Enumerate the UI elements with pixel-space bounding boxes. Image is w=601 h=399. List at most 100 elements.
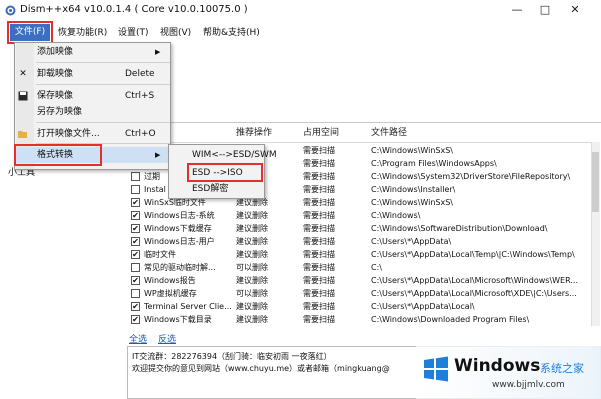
row-checkbox[interactable]: [131, 172, 140, 181]
scrollbar-thumb[interactable]: [592, 152, 599, 212]
table-row[interactable]: WP虚拟机缓存 可以删除 需要扫描 C:\Users\*\AppData\Local\…: [130, 287, 600, 300]
row-action: 建议删除: [236, 315, 268, 324]
row-action: 可以删除: [236, 289, 268, 298]
menu-settings[interactable]: 设置(T): [118, 26, 149, 40]
watermark-brand: Windows: [454, 356, 541, 376]
row-checkbox[interactable]: [131, 185, 140, 194]
row-path: C:\Users\*\AppData\Local\: [371, 302, 475, 311]
close-icon: ✕: [19, 69, 27, 79]
row-size: 需要扫描: [303, 198, 335, 207]
submenu-arrow-icon: ▶: [155, 151, 161, 159]
row-name: 常见的驱动临时解...: [144, 263, 216, 272]
info-line-2: 欢迎提交你的意见到网站（www.chuyu.me）或者邮箱（mingkuang@: [132, 364, 390, 373]
menu-item-label: 添加映像: [37, 47, 74, 57]
row-path: C:\Windows\Installer\: [371, 185, 456, 194]
menu-item-shortcut: Ctrl+O: [125, 129, 156, 139]
row-checkbox[interactable]: ✔: [131, 211, 140, 220]
row-action: 可以删除: [236, 263, 268, 272]
table-row[interactable]: 常见的驱动临时解... 可以删除 需要扫描 C:\: [130, 261, 600, 274]
column-header-size[interactable]: 占用空间: [303, 124, 339, 142]
row-size: 需要扫描: [303, 276, 335, 285]
save-icon: [18, 91, 28, 101]
table-row[interactable]: ✔ Windows下载缓存 建议删除 需要扫描 C:\Windows\SoftwareD…: [130, 222, 600, 235]
menu-item-label: 另存为映像: [37, 107, 83, 117]
row-checkbox[interactable]: ✔: [131, 224, 140, 233]
column-header-action[interactable]: 推荐操作: [236, 124, 272, 142]
row-checkbox[interactable]: ✔: [131, 276, 140, 285]
row-name: Windows下载缓存: [144, 224, 212, 233]
row-checkbox[interactable]: ✔: [131, 315, 140, 324]
menu-separator: [36, 62, 170, 63]
row-checkbox[interactable]: ✔: [131, 198, 140, 207]
submenu-item-esd-decrypt[interactable]: ESD解密: [192, 182, 228, 196]
row-size: 需要扫描: [303, 172, 335, 181]
row-size: 需要扫描: [303, 315, 335, 324]
row-size: 需要扫描: [303, 146, 335, 155]
table-row[interactable]: ✔ Terminal Server Clie... 建议删除 需要扫描 C:\Users…: [130, 300, 600, 313]
submenu-item-wim-esd[interactable]: WIM<-->ESD/SWM: [192, 148, 277, 162]
row-name: Windows下载目录: [144, 315, 212, 324]
row-size: 需要扫描: [303, 289, 335, 298]
table-row[interactable]: ✔ Windows日志-系统 建议删除 需要扫描 C:\Windows\: [130, 209, 600, 222]
menu-item-open-image-file[interactable]: 打开映像文件... Ctrl+O: [15, 126, 170, 142]
row-action: 建议删除: [236, 276, 268, 285]
row-path: C:\Users\*\AppData\Local\Microsoft\Windo…: [371, 276, 578, 285]
row-size: 需要扫描: [303, 224, 335, 233]
invert-selection-link[interactable]: 反选: [158, 332, 176, 345]
bottom-links: 全选 反选: [127, 331, 601, 345]
row-name: Windows日志-系统: [144, 211, 215, 220]
row-name: 临时文件: [144, 250, 176, 259]
row-size: 需要扫描: [303, 211, 335, 220]
submenu-arrow-icon: ▶: [155, 48, 161, 56]
row-path: C:\Windows\WinSxS\: [371, 146, 453, 155]
row-action: 建议删除: [236, 237, 268, 246]
row-action: 建议删除: [236, 211, 268, 220]
row-checkbox[interactable]: ✔: [131, 237, 140, 246]
maximize-button[interactable]: □: [536, 2, 554, 18]
row-name: Windows日志-用户: [144, 237, 215, 246]
select-all-link[interactable]: 全选: [129, 332, 147, 345]
menu-separator: [36, 122, 170, 123]
window-title: Dism++x64 v10.0.1.4 ( Core v10.0.10075.0…: [20, 4, 248, 15]
row-path: C:\Users\*\AppData\Local\Microsoft\XDE\|…: [371, 289, 577, 298]
minimize-button[interactable]: —: [508, 2, 526, 18]
row-checkbox[interactable]: [131, 263, 140, 272]
menu-item-add-image[interactable]: 添加映像 ▶: [15, 44, 170, 60]
menu-item-label: 打开映像文件...: [37, 129, 100, 139]
watermark-url: www.bjjmlv.com: [492, 380, 565, 390]
row-name: Terminal Server Clie...: [144, 302, 232, 311]
menu-restore[interactable]: 恢复功能(R): [58, 26, 107, 40]
row-path: C:\Windows\Downloaded Program Files\: [371, 315, 530, 324]
table-row[interactable]: ✔ 临时文件 建议删除 需要扫描 C:\Users\*\AppData\Local\Te…: [130, 248, 600, 261]
row-size: 需要扫描: [303, 263, 335, 272]
row-path: C:\Windows\SoftwareDistribution\Download…: [371, 224, 548, 233]
info-line-1: IT交流群：282276394（刮门骑：临安初雨 一夜落红）: [132, 352, 332, 361]
row-path: C:\Users\*\AppData\: [371, 237, 452, 246]
close-button[interactable]: ✕: [566, 2, 584, 18]
row-path: C:\: [371, 263, 382, 272]
row-checkbox[interactable]: ✔: [131, 250, 140, 259]
menu-item-save-as-image[interactable]: 另存为映像: [15, 104, 170, 120]
highlight-box-format-convert: [14, 144, 102, 166]
row-size: 需要扫描: [303, 302, 335, 311]
row-name: WP虚拟机缓存: [144, 289, 197, 298]
menu-item-unload-image[interactable]: ✕ 卸载映像 Delete: [15, 66, 170, 82]
row-action: 建议删除: [236, 224, 268, 233]
menu-item-shortcut: Ctrl+S: [125, 91, 155, 101]
menu-help[interactable]: 帮助&支持(H): [203, 26, 260, 40]
column-header-path[interactable]: 文件路径: [371, 124, 407, 142]
row-path: C:\Windows\: [371, 211, 421, 220]
watermark-suffix: 系统之家: [540, 362, 584, 375]
folder-open-icon: [18, 129, 28, 139]
menu-item-shortcut: Delete: [125, 69, 155, 79]
menu-view[interactable]: 视图(V): [160, 26, 191, 40]
row-checkbox[interactable]: ✔: [131, 302, 140, 311]
header-divider: [127, 142, 592, 143]
row-size: 需要扫描: [303, 185, 335, 194]
row-path: C:\Program Files\WindowsApps\: [371, 159, 497, 168]
table-row[interactable]: ✔ Windows下载目录 建议删除 需要扫描 C:\Windows\Downloade…: [130, 313, 600, 326]
menu-item-save-image[interactable]: 保存映像 Ctrl+S: [15, 88, 170, 104]
table-row[interactable]: ✔ Windows日志-用户 建议删除 需要扫描 C:\Users\*\AppData\: [130, 235, 600, 248]
table-row[interactable]: ✔ Windows报告 建议删除 需要扫描 C:\Users\*\AppData\Loc…: [130, 274, 600, 287]
row-checkbox[interactable]: [131, 289, 140, 298]
